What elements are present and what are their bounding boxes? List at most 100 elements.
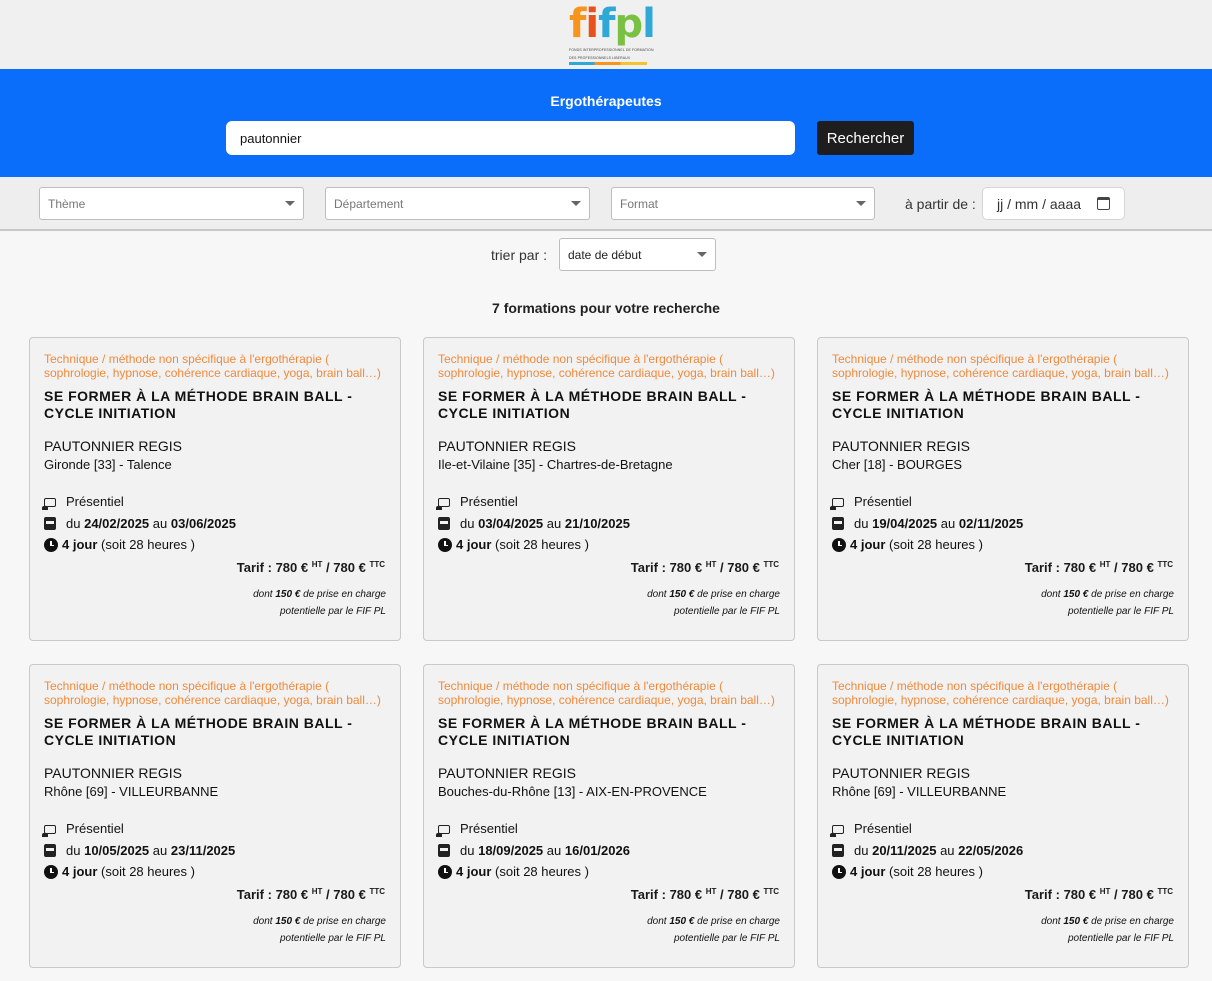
card-label-note-line2: potentielle par le FIF PL — [674, 932, 780, 944]
training-card-3[interactable]: Technique / méthode non spécifique à l'e… — [817, 337, 1189, 641]
card-location: Bouches-du-Rhône [13] - AIX-EN-PROVENCE — [438, 784, 707, 799]
theme-select[interactable]: Thème — [39, 187, 304, 220]
theme-select-label: Thème — [48, 196, 86, 211]
fifpl-logo[interactable]: fifpl FONDS INTERPROFESSIONNEL DE FORMAT… — [569, 1, 656, 65]
card-title[interactable]: SE FORMER À LA MÉTHODE BRAIN BALL - CYCL… — [832, 715, 1174, 749]
card-label-tarif-prefix: Tarif : — [630, 559, 666, 575]
sort-select[interactable]: date de début — [559, 238, 716, 271]
card-label-note-prefix: dont — [647, 588, 667, 600]
card-dates: du 19/04/2025 au 02/11/2025 — [854, 515, 1024, 531]
card-title[interactable]: SE FORMER À LA MÉTHODE BRAIN BALL - CYCL… — [438, 715, 780, 749]
card-location: Cher [18] - BOURGES — [832, 457, 963, 472]
search-input[interactable] — [226, 121, 795, 155]
chevron-down-icon — [697, 252, 707, 257]
card-title[interactable]: SE FORMER À LA MÉTHODE BRAIN BALL - CYCL… — [44, 388, 386, 422]
card-organizer: PAUTONNIER REGIS — [438, 765, 576, 781]
clock-icon — [832, 864, 846, 879]
card-label-note-suffix: de prise en charge — [697, 588, 780, 600]
card-format: Présentiel — [854, 821, 912, 836]
calendar-icon — [832, 843, 844, 857]
card-price: Tarif : 780 € HT / 780 € TTC — [1024, 886, 1173, 902]
calendar-icon — [832, 516, 844, 530]
card-support-note: dont 150 € de prise en charge potentiell… — [832, 586, 1174, 620]
card-dates-row: du 19/04/2025 au 02/11/2025 — [832, 513, 1174, 535]
card-dates-row: du 24/02/2025 au 03/06/2025 — [44, 513, 386, 535]
card-label-au: au — [546, 842, 562, 858]
card-price: Tarif : 780 € HT / 780 € TTC — [630, 886, 779, 902]
training-card-1[interactable]: Technique / méthode non spécifique à l'e… — [29, 337, 401, 641]
card-theme: Technique / méthode non spécifique à l'e… — [438, 679, 775, 707]
chevron-down-icon — [571, 201, 581, 206]
card-label-ht: HT — [311, 886, 323, 896]
card-location: Rhône [69] - VILLEURBANNE — [832, 784, 1007, 799]
card-location: Rhône [69] - VILLEURBANNE — [44, 784, 219, 799]
card-title[interactable]: SE FORMER À LA MÉTHODE BRAIN BALL - CYCL… — [44, 715, 386, 749]
logo-word: fifpl — [569, 1, 656, 47]
chevron-down-icon — [856, 201, 866, 206]
clock-icon — [438, 537, 452, 552]
card-support-note: dont 150 € de prise en charge potentiell… — [44, 913, 386, 947]
card-dates-row: du 03/04/2025 au 21/10/2025 — [438, 513, 780, 535]
date-from-input[interactable]: jj / mm / aaaa — [982, 187, 1125, 220]
card-label-tarif-prefix: Tarif : — [630, 886, 666, 902]
card-label-tarif-prefix: Tarif : — [236, 886, 272, 902]
card-format-row: Présentiel — [436, 491, 780, 513]
card-meta: Présentiel du 19/04/2025 au 02/11/2025 4… — [830, 491, 1174, 556]
date-from-label: à partir de : — [905, 196, 976, 212]
card-label-ht: HT — [1099, 886, 1111, 896]
card-price: Tarif : 780 € HT / 780 € TTC — [236, 559, 385, 575]
card-dates: du 18/09/2025 au 16/01/2026 — [460, 842, 630, 858]
card-location: Ile-et-Vilaine [35] - Chartres-de-Bretag… — [438, 457, 673, 472]
card-duration-row: 4 jour (soit 28 heures ) — [832, 534, 1174, 556]
search-band: Ergothérapeutes Rechercher — [0, 69, 1212, 177]
logo-subtitle-2: DES PROFESSIONNELS LIBERAUX — [569, 56, 631, 60]
sort-row: trier par : date de début — [0, 238, 1212, 271]
card-label-du: du — [66, 842, 81, 858]
card-label-ttc: TTC — [369, 559, 385, 569]
card-meta: Présentiel du 03/04/2025 au 21/10/2025 4… — [436, 491, 780, 556]
card-label-note-prefix: dont — [253, 915, 273, 927]
training-card-5[interactable]: Technique / méthode non spécifique à l'e… — [423, 664, 795, 968]
card-support-note: dont 150 € de prise en charge potentiell… — [832, 913, 1174, 947]
card-label-note-prefix: dont — [253, 588, 273, 600]
card-label-note-suffix: de prise en charge — [697, 915, 780, 927]
card-format: Présentiel — [854, 494, 912, 509]
format-select-label: Format — [620, 196, 659, 211]
presentiel-icon — [830, 825, 844, 838]
card-label-au: au — [940, 515, 956, 531]
presentiel-icon — [436, 825, 450, 838]
training-card-6[interactable]: Technique / méthode non spécifique à l'e… — [817, 664, 1189, 968]
card-price: Tarif : 780 € HT / 780 € TTC — [1024, 559, 1173, 575]
clock-icon — [44, 864, 58, 879]
calendar-icon — [44, 516, 56, 530]
search-button[interactable]: Rechercher — [817, 121, 914, 155]
card-format-row: Présentiel — [42, 491, 386, 513]
card-label-tarif-prefix: Tarif : — [236, 559, 272, 575]
card-label-au: au — [152, 842, 168, 858]
card-label-ttc: TTC — [1157, 886, 1173, 896]
card-label-note-line2: potentielle par le FIF PL — [280, 605, 386, 617]
training-card-4[interactable]: Technique / méthode non spécifique à l'e… — [29, 664, 401, 968]
card-label-ttc: TTC — [763, 559, 779, 569]
card-title[interactable]: SE FORMER À LA MÉTHODE BRAIN BALL - CYCL… — [832, 388, 1174, 422]
card-support-note: dont 150 € de prise en charge potentiell… — [438, 586, 780, 620]
logo-stripe — [569, 62, 647, 65]
card-label-du: du — [460, 842, 475, 858]
card-dates-row: du 18/09/2025 au 16/01/2026 — [438, 840, 780, 862]
clock-icon — [44, 537, 58, 552]
calendar-icon — [438, 843, 450, 857]
training-card-2[interactable]: Technique / méthode non spécifique à l'e… — [423, 337, 795, 641]
card-title[interactable]: SE FORMER À LA MÉTHODE BRAIN BALL - CYCL… — [438, 388, 780, 422]
card-support-note: dont 150 € de prise en charge potentiell… — [438, 913, 780, 947]
card-label-note-suffix: de prise en charge — [303, 915, 386, 927]
card-label-du: du — [460, 515, 475, 531]
card-price: Tarif : 780 € HT / 780 € TTC — [236, 886, 385, 902]
card-label-du: du — [854, 515, 869, 531]
department-select[interactable]: Département — [325, 187, 590, 220]
calendar-icon[interactable] — [1097, 197, 1110, 210]
card-label-ht: HT — [705, 886, 717, 896]
card-format-row: Présentiel — [42, 818, 386, 840]
format-select[interactable]: Format — [611, 187, 875, 220]
card-theme: Technique / méthode non spécifique à l'e… — [44, 679, 381, 707]
card-meta: Présentiel du 10/05/2025 au 23/11/2025 4… — [42, 818, 386, 883]
